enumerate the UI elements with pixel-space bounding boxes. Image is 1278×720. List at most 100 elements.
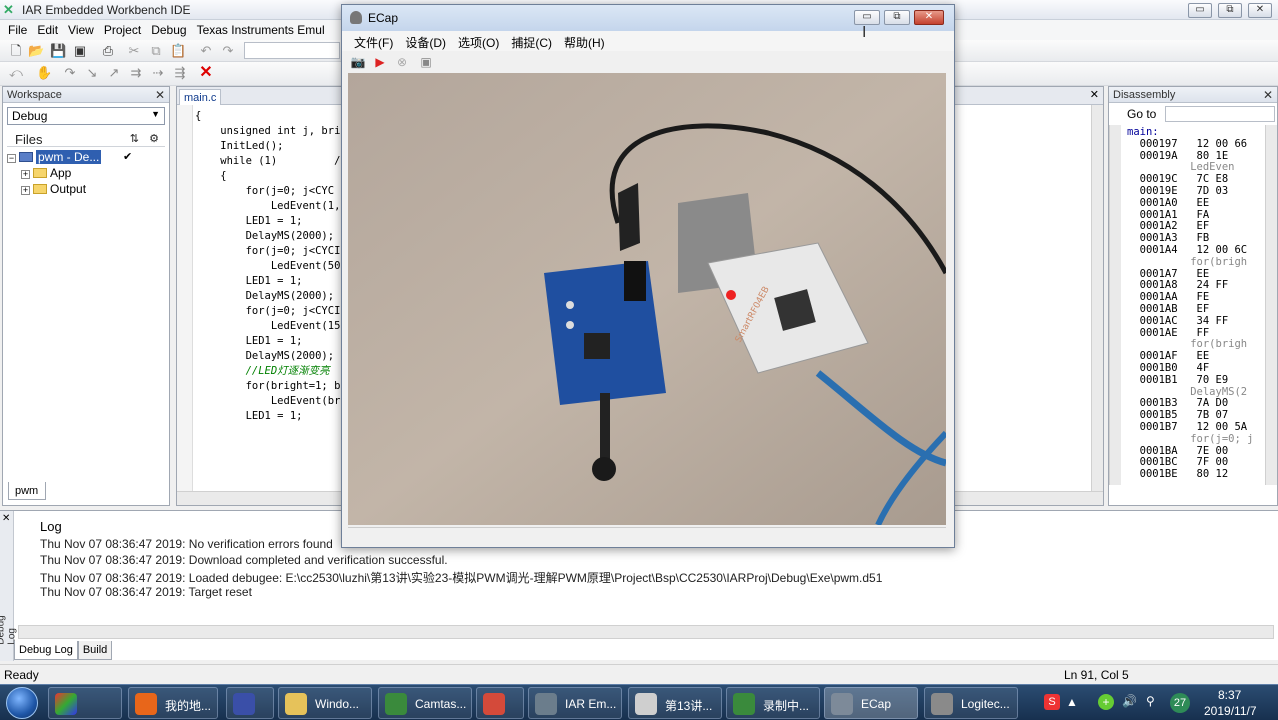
workspace-tab-pwm[interactable]: pwm [8, 482, 46, 500]
notification-badge[interactable]: 27 [1170, 693, 1190, 713]
code-line: for(j=0; j<CYCI [195, 305, 341, 317]
tree-project-row[interactable]: − pwm - De... ✔ [3, 149, 169, 165]
input-method-icon[interactable]: S [1044, 694, 1060, 710]
network-icon[interactable]: ⚲ [1146, 694, 1155, 708]
copy-icon[interactable]: ⧉ [148, 43, 164, 59]
step-over-icon[interactable]: ↷ [62, 65, 78, 81]
close-icon[interactable]: ✕ [155, 88, 165, 102]
stop-debugging-icon[interactable]: ✕ [198, 65, 214, 81]
expand-icon[interactable]: + [21, 170, 30, 179]
go-icon[interactable]: ⇶ [172, 65, 188, 81]
configuration-select[interactable]: Debug ▼ [7, 107, 165, 125]
speaker-icon[interactable]: 🔊 [1122, 694, 1137, 708]
close-button[interactable]: ✕ [1248, 3, 1272, 18]
code-area[interactable]: { unsigned int j, bri InitLed(); while (… [195, 109, 340, 424]
undo-icon[interactable]: ↶ [198, 43, 214, 59]
goto-input[interactable] [1165, 106, 1275, 122]
arrow-up-icon[interactable]: ▲ [1066, 695, 1078, 709]
folder-label-app: App [50, 166, 72, 180]
taskbar-item[interactable]: Camtas... [378, 687, 472, 719]
app-icon [535, 693, 557, 715]
taskbar-item[interactable]: 第13讲... [628, 687, 722, 719]
ecap-maximize-button[interactable]: ⧉ [884, 10, 910, 25]
ecap-minimize-button[interactable]: ▭ [854, 10, 880, 25]
disassembly-line: 0001A4 12 00 6C [1127, 243, 1248, 256]
reset-icon[interactable]: ⤺ [8, 65, 24, 81]
taskbar-item[interactable]: 录制中... [726, 687, 820, 719]
taskbar-item[interactable]: 我的地... [128, 687, 218, 719]
disassembly-scrollbar[interactable] [1265, 125, 1277, 485]
tree-folder-app[interactable]: + App [3, 165, 169, 181]
break-icon[interactable]: ✋ [36, 65, 52, 81]
snapshot-icon[interactable]: ▣ [418, 54, 434, 70]
taskbar: 我的地... Windo... Camtas... IAR Em... 第13讲... 录… [0, 684, 1278, 720]
sort-icon[interactable]: ⇅ [130, 132, 139, 145]
clock-time[interactable]: 8:37 [1218, 688, 1241, 702]
disassembly-line: 0001AB EF [1127, 302, 1210, 315]
stop-icon[interactable]: ⊗ [394, 54, 410, 70]
cut-icon[interactable]: ✂ [126, 43, 142, 59]
taskbar-item[interactable]: Logitec... [924, 687, 1018, 719]
expand-icon[interactable]: + [21, 186, 30, 195]
camera-icon[interactable]: 📷 [350, 54, 366, 70]
status-text: Ready [4, 668, 39, 682]
close-icon[interactable]: ✕ [1090, 88, 1099, 101]
code-line: DelayMS(2000); [195, 350, 335, 362]
step-into-icon[interactable]: ↘ [84, 65, 100, 81]
menu-ti-emulator[interactable]: Texas Instruments Emul [192, 20, 330, 40]
disassembly-left-scrollbar[interactable] [1109, 125, 1121, 485]
step-out-icon[interactable]: ↗ [106, 65, 122, 81]
taskbar-item-label: Camtas... [415, 697, 467, 711]
workspace-header: Workspace ✕ [3, 87, 169, 103]
taskbar-item[interactable]: Windo... [278, 687, 372, 719]
open-folder-icon[interactable]: 📂 [28, 43, 44, 59]
find-input[interactable] [244, 42, 340, 59]
taskbar-item[interactable] [476, 687, 524, 719]
start-button[interactable] [6, 687, 38, 719]
taskbar-item-label: Logitec... [961, 697, 1010, 711]
paste-icon[interactable]: 📋 [170, 43, 186, 59]
collapse-icon[interactable]: − [7, 154, 16, 163]
cursor-position: Ln 91, Col 5 [1064, 668, 1129, 682]
clock-date[interactable]: 2019/11/7 [1204, 704, 1257, 718]
menu-view[interactable]: View [63, 20, 99, 40]
menu-file[interactable]: File [0, 20, 32, 40]
record-icon[interactable]: ▶ [372, 54, 388, 70]
camera-frame-image: SmartRF04EB [348, 73, 946, 525]
minimize-button[interactable]: ▭ [1188, 3, 1212, 18]
tab-main-c[interactable]: main.c [179, 89, 222, 105]
app-icon [733, 693, 755, 715]
disassembly-lines[interactable]: main: 000197 12 00 66 00019A 80 1E LedEv… [1127, 126, 1253, 481]
redo-icon[interactable]: ↷ [220, 43, 236, 59]
chevron-down-icon: ▼ [151, 109, 160, 119]
taskbar-item[interactable] [226, 687, 274, 719]
code-line: LED1 = 1; [195, 335, 303, 347]
tab-build[interactable]: Build [77, 641, 113, 660]
log-hscrollbar[interactable] [18, 625, 1274, 639]
save-icon[interactable]: 💾 [50, 43, 66, 59]
ecap-close-button[interactable]: ✕ [914, 10, 944, 25]
settings-icon[interactable]: ⚙ [149, 132, 159, 145]
save-all-icon[interactable]: ▣ [72, 43, 88, 59]
close-icon[interactable]: ✕ [1263, 88, 1273, 102]
tree-folder-output[interactable]: + Output [3, 181, 169, 197]
tab-debug-log[interactable]: Debug Log [14, 641, 78, 660]
taskbar-item[interactable]: IAR Em... [528, 687, 622, 719]
menu-debug[interactable]: Debug [146, 20, 191, 40]
editor-scrollbar[interactable] [1091, 105, 1103, 491]
add-icon[interactable]: + [1098, 694, 1114, 710]
disassembly-line: 0001AC 34 FF [1127, 314, 1229, 327]
taskbar-app-colorful[interactable] [48, 687, 122, 719]
next-statement-icon[interactable]: ⇉ [128, 65, 144, 81]
print-icon[interactable]: ⎙ [100, 43, 116, 59]
close-icon[interactable]: ✕ [2, 513, 10, 524]
menu-project[interactable]: Project [99, 20, 146, 40]
run-to-cursor-icon[interactable]: ⇢ [150, 65, 166, 81]
camera-preview: SmartRF04EB [348, 73, 946, 525]
new-file-icon[interactable]: 🗋 [8, 43, 24, 59]
menu-edit[interactable]: Edit [32, 20, 63, 40]
taskbar-item[interactable]: ECap [824, 687, 918, 719]
maximize-button[interactable]: ⧉ [1218, 3, 1242, 18]
code-line: DelayMS(2000); [195, 230, 335, 242]
code-line: LedEvent(50 [195, 260, 341, 272]
